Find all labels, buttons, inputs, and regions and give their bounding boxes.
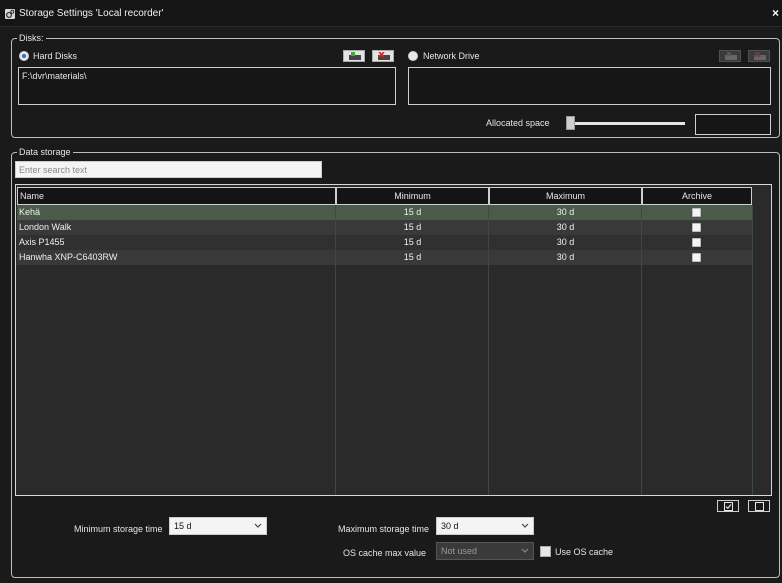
remove-disk-button[interactable]	[372, 50, 394, 62]
hard-disks-label: Hard Disks	[33, 51, 78, 61]
disks-legend: Disks:	[17, 33, 46, 43]
search-input[interactable]	[15, 161, 322, 178]
network-drive-radio[interactable]	[408, 51, 418, 61]
data-storage-legend: Data storage	[17, 147, 73, 157]
hard-disk-path: F:\dvr\materials\	[22, 71, 87, 81]
os-cache-select[interactable]: Not used	[436, 542, 534, 560]
chevron-down-icon	[521, 523, 529, 528]
check-all-button[interactable]	[717, 500, 739, 512]
data-storage-table: Name Minimum Maximum Archive Kehä 15 d 30 …	[15, 184, 772, 496]
archive-checkbox[interactable]	[692, 208, 701, 217]
remove-disk-icon	[378, 52, 390, 60]
add-disk-icon	[349, 52, 361, 60]
cell-name: Kehä	[19, 207, 41, 217]
min-storage-value: 15 d	[174, 521, 192, 531]
add-disk-icon	[725, 52, 737, 60]
cell-name: Axis P1455	[19, 237, 65, 247]
column-divider	[641, 205, 642, 495]
cell-maximum: 30 d	[556, 207, 575, 217]
network-drive-path-box[interactable]	[408, 67, 771, 105]
cell-minimum: 15 d	[403, 222, 422, 232]
column-header-minimum[interactable]: Minimum	[336, 187, 489, 205]
cell-maximum: 30 d	[556, 222, 575, 232]
uncheck-all-button[interactable]	[748, 500, 770, 512]
cell-minimum: 15 d	[403, 252, 422, 262]
network-drive-label: Network Drive	[423, 51, 480, 61]
checkbox-empty-icon	[755, 502, 764, 511]
remove-network-drive-button[interactable]	[748, 50, 770, 62]
column-header-maximum[interactable]: Maximum	[489, 187, 642, 205]
cell-name: Hanwha XNP-C6403RW	[19, 252, 118, 262]
use-os-cache-checkbox[interactable]	[540, 546, 551, 557]
column-divider	[335, 205, 336, 495]
add-disk-button[interactable]	[343, 50, 365, 62]
max-storage-label: Maximum storage time	[338, 524, 430, 534]
allocated-space-slider-thumb[interactable]	[566, 116, 575, 130]
chevron-down-icon	[254, 523, 262, 528]
os-cache-value: Not used	[441, 546, 478, 556]
use-os-cache-label: Use OS cache	[555, 547, 614, 557]
settings-gear-icon	[5, 9, 15, 19]
column-header-name[interactable]: Name	[17, 187, 336, 205]
column-header-archive[interactable]: Archive	[642, 187, 752, 205]
cell-maximum: 30 d	[556, 237, 575, 247]
hard-disks-radio[interactable]	[19, 51, 29, 61]
cell-minimum: 15 d	[403, 237, 422, 247]
min-storage-label: Minimum storage time	[74, 524, 163, 534]
max-storage-value: 30 d	[441, 521, 459, 531]
chevron-down-icon	[521, 548, 529, 553]
checkbox-checked-icon	[724, 502, 733, 511]
window-title: Storage Settings 'Local recorder'	[19, 8, 164, 19]
allocated-space-label: Allocated space	[486, 118, 550, 128]
os-cache-label: OS cache max value	[343, 548, 427, 558]
cell-minimum: 15 d	[403, 207, 422, 217]
remove-disk-icon	[754, 52, 766, 60]
column-divider	[752, 205, 753, 495]
cell-name: London Walk	[19, 222, 72, 232]
archive-checkbox[interactable]	[692, 238, 701, 247]
cell-maximum: 30 d	[556, 252, 575, 262]
close-icon[interactable]: ×	[772, 6, 782, 20]
allocated-space-value-box[interactable]	[695, 114, 771, 135]
archive-checkbox[interactable]	[692, 223, 701, 232]
column-divider	[488, 205, 489, 495]
archive-checkbox[interactable]	[692, 253, 701, 262]
add-network-drive-button[interactable]	[719, 50, 741, 62]
max-storage-select[interactable]: 30 d	[436, 517, 534, 535]
allocated-space-slider-track[interactable]	[566, 122, 685, 125]
min-storage-select[interactable]: 15 d	[169, 517, 267, 535]
hard-disks-path-box[interactable]: F:\dvr\materials\	[18, 67, 396, 105]
